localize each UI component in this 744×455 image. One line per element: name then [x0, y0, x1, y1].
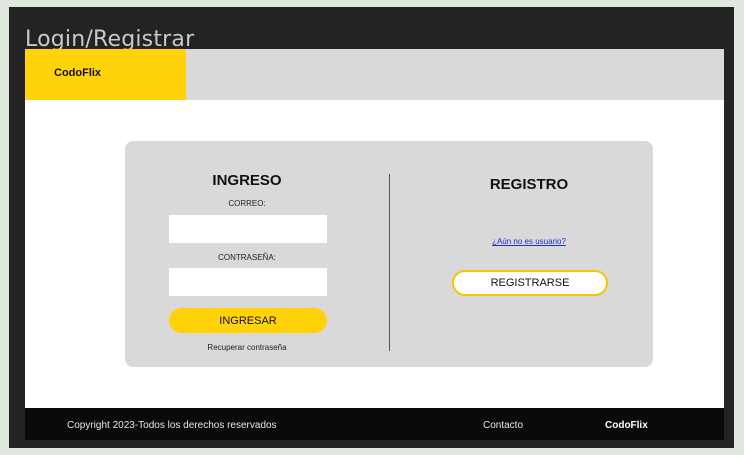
auth-card: INGRESO CORREO: CONTRASEÑA: INGRESAR Rec…	[125, 141, 653, 367]
email-label: CORREO:	[228, 199, 266, 208]
register-button[interactable]: REGISTRARSE	[452, 270, 608, 296]
password-input[interactable]	[169, 268, 327, 296]
recover-password-link[interactable]: Recuperar contraseña	[167, 343, 327, 352]
login-section: INGRESO CORREO: CONTRASEÑA: INGRESAR Rec…	[167, 141, 327, 367]
section-divider	[389, 174, 390, 351]
email-input[interactable]	[169, 215, 327, 243]
login-button[interactable]: INGRESAR	[169, 308, 327, 333]
password-label: CONTRASEÑA:	[218, 253, 276, 262]
footer: Copyright 2023-Todos los derechos reserv…	[25, 408, 724, 440]
contact-link[interactable]: Contacto	[483, 420, 523, 431]
register-heading: REGISTRO	[489, 176, 569, 193]
register-section: REGISTRO ¿Aún no es usuario? REGISTRARSE	[445, 141, 613, 367]
main-content: INGRESO CORREO: CONTRASEÑA: INGRESAR Rec…	[25, 100, 724, 408]
brand-logo[interactable]: CodoFlix	[25, 49, 186, 100]
login-heading: INGRESO	[212, 172, 282, 189]
navbar: CodoFlix	[25, 49, 724, 100]
brand-name: CodoFlix	[54, 67, 102, 79]
copyright-text: Copyright 2023-Todos los derechos reserv…	[67, 420, 277, 431]
footer-brand[interactable]: CodoFlix	[605, 420, 648, 431]
not-user-link[interactable]: ¿Aún no es usuario?	[445, 237, 613, 246]
